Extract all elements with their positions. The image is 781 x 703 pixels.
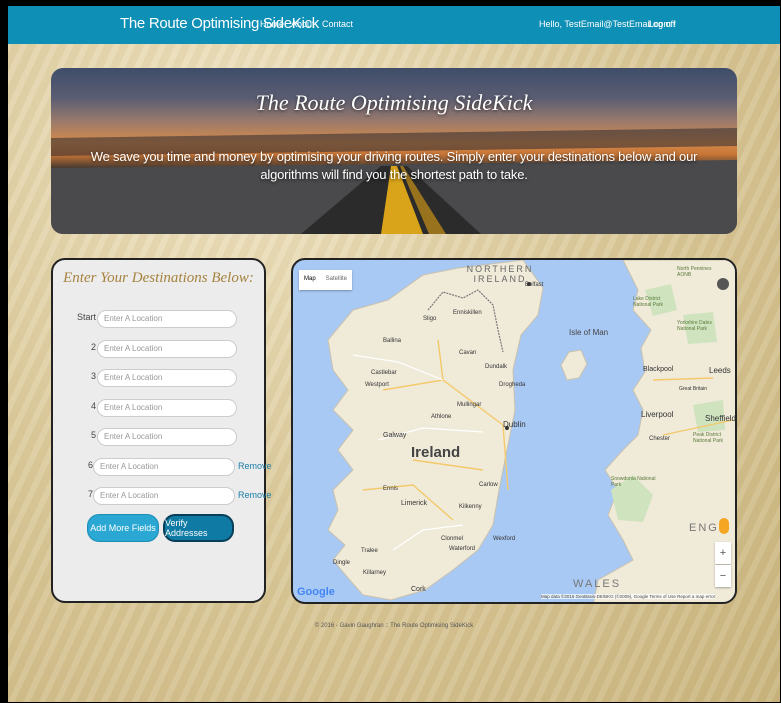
nav-home-link[interactable]: Home <box>260 19 284 29</box>
map-label-westport: Westport <box>365 382 389 388</box>
hero-title: The Route Optimising SideKick <box>255 90 533 115</box>
map-type-control: Map Satellite <box>299 270 353 290</box>
map-label-yorkshire-dales: Yorkshire Dales National Park <box>677 320 712 332</box>
map-label-athlone: Athlone <box>431 414 452 420</box>
map-label-kilkenny: Kilkenny <box>459 504 482 510</box>
location-input-3[interactable]: Enter A Location <box>97 369 237 387</box>
map-label-sheffield: Sheffield <box>705 414 736 423</box>
row-label: 7 <box>87 489 93 499</box>
map-canvas <box>327 260 735 602</box>
map-label-north-pennines: North Pennines AONB <box>677 266 712 278</box>
map-label-galway: Galway <box>383 432 407 439</box>
map-label-wexford: Wexford <box>493 536 516 542</box>
map-label-isle-of-man: Isle of Man <box>569 328 609 337</box>
remove-row-6-link[interactable]: Remove <box>238 461 272 471</box>
row-label: 4 <box>90 401 96 411</box>
map-label-dublin: Dublin <box>503 420 526 429</box>
footer-text: © 2016 - Gavin Gaughran :: The Route Opt… <box>314 623 474 629</box>
map-type-satellite-button[interactable]: Satellite <box>321 270 352 290</box>
map-label-cork: Cork <box>411 586 426 593</box>
map-label-lake-district: Lake District National Park <box>633 296 664 308</box>
remove-row-7-link[interactable]: Remove <box>238 490 272 500</box>
row-label: 2 <box>90 342 96 352</box>
map-label-blackpool: Blackpool <box>643 366 674 373</box>
location-input-2[interactable]: Enter A Location <box>97 340 237 358</box>
map-label-carlow: Carlow <box>479 482 498 488</box>
location-input-7[interactable]: Enter A Location <box>93 487 235 505</box>
destinations-title: Enter Your Destinations Below: <box>63 270 254 286</box>
street-view-pegman-icon[interactable] <box>719 518 729 534</box>
map-label-dingle: Dingle <box>333 560 351 566</box>
map-label-mullingar: Mullingar <box>457 402 482 408</box>
nav-about-link[interactable]: About <box>291 19 315 29</box>
map-label-tralee: Tralee <box>361 548 378 554</box>
map-label-dundalk: Dundalk <box>485 364 508 370</box>
zoom-out-button[interactable]: − <box>715 565 731 587</box>
hero-banner: The Route Optimising SideKick We save yo… <box>51 68 737 234</box>
map-label-sligo: Sligo <box>423 316 437 322</box>
map-label-clonmel: Clonmel <box>441 536 464 542</box>
row-label: 6 <box>87 460 93 470</box>
location-input-4[interactable]: Enter A Location <box>97 399 237 417</box>
google-logo[interactable]: Google <box>297 586 335 598</box>
map-label-waterford: Waterford <box>449 546 476 552</box>
map-label-enniskillen: Enniskillen <box>453 310 482 316</box>
map-label-snowdonia: Snowdonia National Park <box>611 476 656 488</box>
brand-link[interactable]: The Route Optimising SideKick <box>120 15 319 32</box>
map-label-killarney: Killarney <box>363 570 387 576</box>
map-attribution[interactable]: Map data ©2016 GeoBasis-DE/BKG (©2009), … <box>541 594 716 599</box>
navbar: The Route Optimising SideKick Home About… <box>8 6 780 44</box>
nav-contact-link[interactable]: Contact <box>322 19 353 29</box>
location-input-6[interactable]: Enter A Location <box>93 458 235 476</box>
verify-addresses-button[interactable]: Verify Addresses <box>163 514 234 542</box>
map-label-great-britain: Great Britain <box>679 386 708 392</box>
map-view[interactable]: Map Satellite NORTHERN IRELAND Belfast E… <box>291 258 737 604</box>
destinations-panel: Enter Your Destinations Below: Start Ent… <box>51 258 272 603</box>
map-label-cavan: Cavan <box>459 350 477 356</box>
map-label-peak-district: Peak District National Park <box>693 432 724 444</box>
map-label-leeds: Leeds <box>709 366 731 375</box>
map-label-ballina: Ballina <box>383 338 402 344</box>
start-location-input[interactable]: Enter A Location <box>97 310 237 328</box>
hero-text: We save you time and money by optimising… <box>90 149 698 182</box>
map-label-ireland: Ireland <box>411 444 461 461</box>
map-label-drogheda: Drogheda <box>499 382 526 388</box>
location-input-5[interactable]: Enter A Location <box>97 428 237 446</box>
page-frame: The Route Optimising SideKick Home About… <box>8 6 780 702</box>
row-label: Start <box>76 312 96 322</box>
row-label: 5 <box>90 430 96 440</box>
map-label-belfast: Belfast <box>525 282 544 288</box>
map-type-map-button[interactable]: Map <box>299 270 321 290</box>
map-label-liverpool: Liverpool <box>641 410 674 419</box>
map-label-northern-ireland: NORTHERN IRELAND <box>466 264 534 284</box>
map-label-wales: WALES <box>573 578 622 590</box>
add-more-fields-button[interactable]: Add More Fields <box>87 514 159 542</box>
logoff-link[interactable]: Log off <box>648 19 675 29</box>
map-label-chester: Chester <box>649 436 671 442</box>
map-label-limerick: Limerick <box>401 500 428 507</box>
zoom-in-button[interactable]: + <box>715 542 731 564</box>
map-label-ennis: Ennis <box>383 486 399 492</box>
map-label-castlebar: Castlebar <box>371 370 397 376</box>
row-label: 3 <box>90 371 96 381</box>
